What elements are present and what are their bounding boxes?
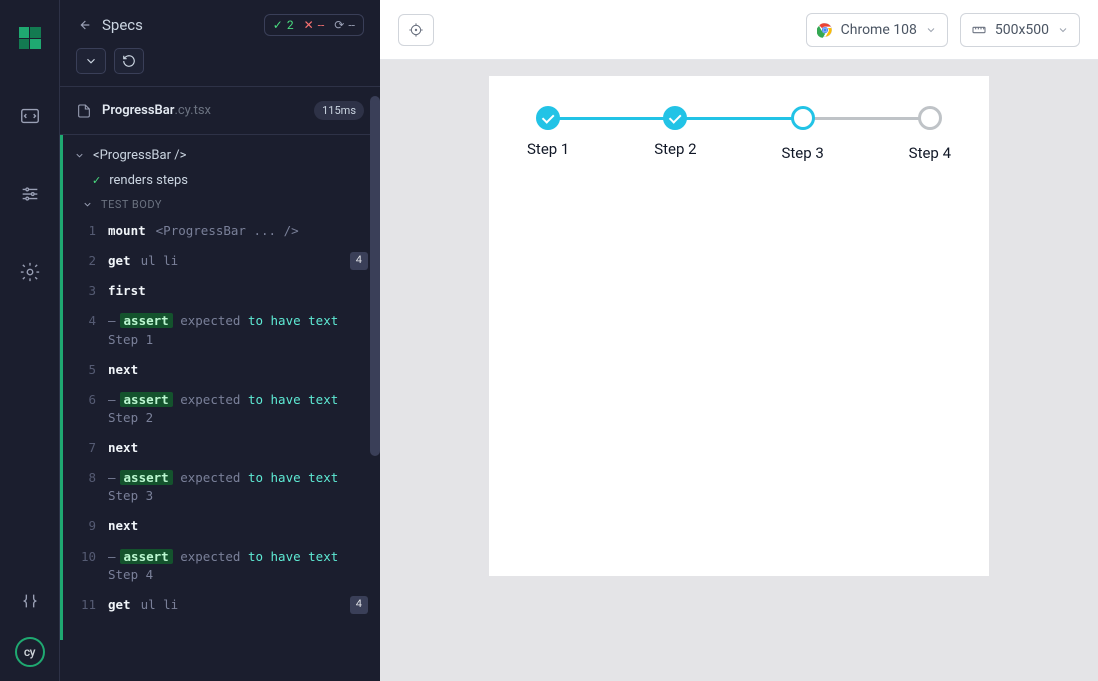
nav-rail: cy	[0, 0, 60, 681]
command-row[interactable]: 3 first	[60, 276, 380, 306]
selector-playground-button[interactable]	[398, 14, 434, 46]
viewport-selector[interactable]: 500x500	[960, 13, 1080, 47]
command-row[interactable]: 4 –assert expected to have text Step 1	[60, 306, 380, 354]
progress-step: Step 1	[527, 106, 569, 162]
check-icon	[663, 106, 687, 130]
command-body: –assert expected to have text Step 1	[108, 312, 368, 348]
specs-title: Specs	[102, 16, 143, 34]
command-row[interactable]: 5 next	[60, 355, 380, 385]
step-label: Step 1	[527, 140, 569, 158]
chevron-down-icon	[1057, 24, 1069, 36]
progress-bar: Step 1 Step 2 Step 3 Step 4	[489, 106, 989, 162]
browser-label: Chrome 108	[841, 22, 917, 38]
command-log: 1 mount<ProgressBar ... /> 2 getul li 4 3 firs…	[60, 216, 380, 620]
file-icon	[76, 103, 92, 119]
step-label: Step 3	[781, 144, 823, 162]
command-body: next	[108, 361, 368, 379]
step-label: Step 2	[654, 140, 696, 158]
progress-connector	[685, 117, 792, 120]
command-row[interactable]: 7 next	[60, 433, 380, 463]
command-row[interactable]: 11 getul li 4	[60, 590, 380, 620]
suite-row[interactable]: <ProgressBar />	[60, 143, 380, 168]
spec-ext: .cy.tsx	[174, 103, 211, 118]
command-body: mount<ProgressBar ... />	[108, 222, 368, 240]
command-body: getul li	[108, 596, 342, 614]
command-number: 7	[60, 439, 96, 457]
reporter-sidebar: Specs ✓ 2 ✕ -- ⟳ -- ProgressBar.cy.tsx 1…	[60, 0, 380, 681]
stat-fail: ✕ --	[304, 18, 325, 32]
stat-pass: ✓ 2	[273, 18, 294, 32]
test-title: renders steps	[109, 173, 188, 188]
check-icon	[536, 106, 560, 130]
command-body: next	[108, 517, 368, 535]
spec-file-row[interactable]: ProgressBar.cy.tsx 115ms	[60, 87, 380, 135]
command-row[interactable]: 1 mount<ProgressBar ... />	[60, 216, 380, 246]
step-label: Step 4	[909, 144, 951, 162]
command-number: 5	[60, 361, 96, 379]
chevron-down-icon	[74, 150, 85, 161]
command-row[interactable]: 6 –assert expected to have text Step 2	[60, 385, 380, 433]
command-number: 4	[60, 312, 96, 330]
command-number: 1	[60, 222, 96, 240]
command-body: –assert expected to have text Step 2	[108, 391, 368, 427]
step-circle-icon	[918, 106, 942, 130]
chevron-down-icon	[925, 24, 937, 36]
gear-icon[interactable]	[10, 252, 50, 292]
progress-step: Step 4	[909, 106, 951, 162]
step-circle-icon	[791, 106, 815, 130]
command-number: 3	[60, 282, 96, 300]
chevron-down-icon	[82, 199, 93, 210]
stat-pending: ⟳ --	[334, 18, 355, 32]
command-number: 8	[60, 469, 96, 487]
command-number: 2	[60, 252, 96, 270]
progress-connector	[558, 117, 665, 120]
command-row[interactable]: 10 –assert expected to have text Step 4	[60, 542, 380, 590]
pass-check-icon: ✓	[92, 174, 101, 187]
ruler-icon	[971, 22, 987, 38]
test-body-header[interactable]: TEST BODY	[60, 193, 380, 216]
progress-step: Step 2	[654, 106, 696, 162]
command-number: 6	[60, 391, 96, 409]
collapse-button[interactable]	[76, 48, 106, 74]
command-number: 11	[60, 596, 96, 614]
code-panel-icon[interactable]	[10, 96, 50, 136]
pass-marker	[60, 135, 63, 640]
run-stats: ✓ 2 ✕ -- ⟳ --	[264, 14, 364, 36]
progress-step: Step 3	[781, 106, 823, 162]
suite-title: <ProgressBar />	[93, 148, 186, 163]
command-body: –assert expected to have text Step 4	[108, 548, 368, 584]
command-body: next	[108, 439, 368, 457]
command-number: 9	[60, 517, 96, 535]
duration-badge: 115ms	[314, 101, 364, 120]
logo-icon[interactable]	[10, 18, 50, 58]
aut-panel: Chrome 108 500x500 Step 1Step 2Step 3Ste…	[380, 0, 1098, 681]
spec-name: ProgressBar	[102, 103, 174, 118]
cypress-badge-icon[interactable]: cy	[15, 637, 45, 667]
element-count-badge: 4	[350, 252, 368, 270]
section-label: TEST BODY	[101, 198, 162, 211]
command-number: 10	[60, 548, 96, 566]
progress-connector	[813, 117, 920, 120]
command-row[interactable]: 9 next	[60, 511, 380, 541]
command-body: first	[108, 282, 368, 300]
back-icon[interactable]	[76, 17, 92, 33]
rerun-button[interactable]	[114, 48, 144, 74]
aut-iframe: Step 1 Step 2 Step 3 Step 4	[489, 76, 989, 576]
browser-selector[interactable]: Chrome 108	[806, 13, 948, 47]
command-body: –assert expected to have text Step 3	[108, 469, 368, 505]
aut-stage: Step 1 Step 2 Step 3 Step 4	[380, 60, 1098, 681]
settings-list-icon[interactable]	[10, 174, 50, 214]
command-body: getul li	[108, 252, 342, 270]
command-row[interactable]: 8 –assert expected to have text Step 3	[60, 463, 380, 511]
chrome-icon	[817, 22, 833, 38]
element-count-badge: 4	[350, 596, 368, 614]
keyboard-shortcut-icon[interactable]	[10, 581, 50, 621]
command-row[interactable]: 2 getul li 4	[60, 246, 380, 276]
scrollbar-thumb[interactable]	[370, 96, 380, 456]
viewport-label: 500x500	[995, 22, 1049, 38]
test-row[interactable]: ✓ renders steps	[60, 168, 380, 193]
